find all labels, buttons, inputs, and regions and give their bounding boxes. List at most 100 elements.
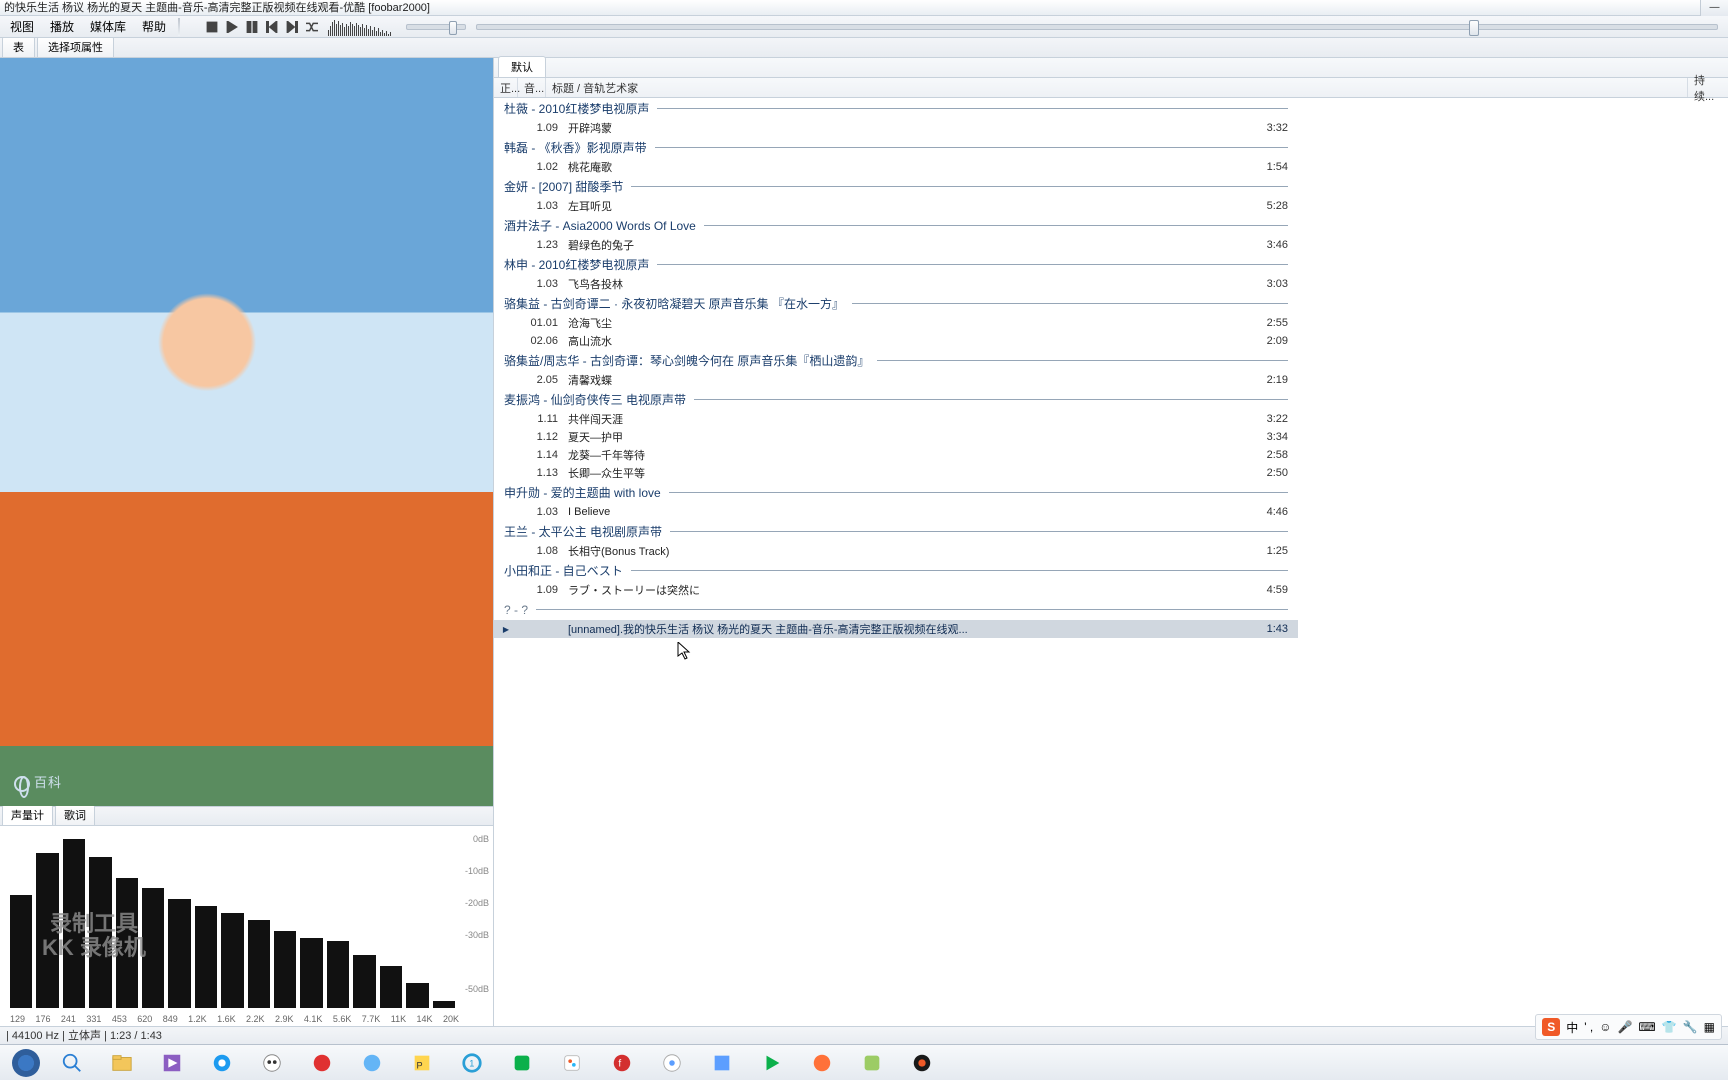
playlist-group-header[interactable]: ? - ? bbox=[494, 599, 1298, 620]
playlist-group-header[interactable]: 林申 - 2010红楼梦电视原声 bbox=[494, 254, 1298, 275]
playlist-track-row[interactable]: 1.08长相守(Bonus Track)1:25 bbox=[494, 542, 1298, 560]
spectrum-bar bbox=[221, 913, 243, 1008]
tab-vu-meter[interactable]: 声量计 bbox=[2, 804, 53, 825]
tray-skin-icon[interactable]: 👕 bbox=[1662, 1020, 1677, 1034]
tray-toolbox-icon[interactable]: 🔧 bbox=[1683, 1020, 1698, 1034]
playlist-track-row[interactable]: 1.09ラブ・ストーリーは突然に4:59 bbox=[494, 581, 1298, 599]
playlist-track-row[interactable]: 1.14龙葵—千年等待2:58 bbox=[494, 446, 1298, 464]
column-playing[interactable]: 正... bbox=[494, 78, 518, 97]
taskbar-search-icon[interactable] bbox=[48, 1046, 96, 1080]
taskbar-app-icon[interactable] bbox=[848, 1046, 896, 1080]
playlist-track-row[interactable]: 02.06高山流水2:09 bbox=[494, 332, 1298, 350]
freq-label: 331 bbox=[86, 1014, 101, 1024]
playlist-track-row[interactable]: 1.03飞鸟各投林3:03 bbox=[494, 275, 1298, 293]
album-art-image bbox=[0, 58, 493, 806]
window-minimize-button[interactable]: — bbox=[1700, 0, 1728, 16]
taskbar-explorer-icon[interactable] bbox=[98, 1046, 146, 1080]
playlist-track-row[interactable]: 1.03I Believe4:46 bbox=[494, 503, 1298, 521]
seek-slider[interactable] bbox=[476, 24, 1718, 30]
prev-button[interactable] bbox=[263, 18, 281, 36]
freq-label: 620 bbox=[137, 1014, 152, 1024]
playlist-track-row[interactable]: 01.01沧海飞尘2:55 bbox=[494, 314, 1298, 332]
playlist-group-header[interactable]: 韩磊 - 《秋香》影视原声带 bbox=[494, 137, 1298, 158]
volume-slider[interactable] bbox=[406, 24, 466, 30]
playlist-body[interactable]: 杜薇 - 2010红楼梦电视原声1.09开辟鸿蒙3:32韩磊 - 《秋香》影视原… bbox=[494, 98, 1728, 1026]
tab-lyrics[interactable]: 歌词 bbox=[55, 804, 95, 825]
status-bar: | 44100 Hz | 立体声 | 1:23 / 1:43 bbox=[0, 1026, 1728, 1044]
playlist-track-row[interactable]: 1.03左耳听见5:28 bbox=[494, 197, 1298, 215]
menu-play[interactable]: 播放 bbox=[42, 16, 82, 38]
taskbar-app-icon[interactable]: f bbox=[598, 1046, 646, 1080]
column-duration[interactable]: 持续... bbox=[1688, 78, 1728, 97]
freq-label: 241 bbox=[61, 1014, 76, 1024]
taskbar-app-icon[interactable] bbox=[298, 1046, 346, 1080]
column-album[interactable]: 音... bbox=[518, 78, 546, 97]
play-button[interactable] bbox=[223, 18, 241, 36]
playlist-group-header[interactable]: 麦振鸿 - 仙剑奇侠传三 电视原声带 bbox=[494, 389, 1298, 410]
freq-label: 7.7K bbox=[362, 1014, 381, 1024]
freq-label: 1.2K bbox=[188, 1014, 207, 1024]
taskbar-app-icon[interactable] bbox=[348, 1046, 396, 1080]
subtab-table[interactable]: 表 bbox=[2, 36, 35, 57]
playlist-column-header: 正... 音... 标题 / 音轨艺术家 持续... bbox=[494, 78, 1728, 98]
playlist-group-header[interactable]: 骆集益/周志华 - 古剑奇谭：琴心剑魄今何在 原声音乐集『栖山遗韵』 bbox=[494, 350, 1298, 371]
freq-label: 1.6K bbox=[217, 1014, 236, 1024]
tray-emoji-icon[interactable]: ☺ bbox=[1599, 1020, 1611, 1034]
db-label: -20dB bbox=[465, 898, 489, 908]
spectrum-bar bbox=[10, 895, 32, 1008]
taskbar-app-icon[interactable] bbox=[198, 1046, 246, 1080]
tray-mic-icon[interactable]: 🎤 bbox=[1617, 1020, 1632, 1034]
playlist-nowplaying-row[interactable]: ▶[unnamed].我的快乐生活 杨议 杨光的夏天 主题曲-音乐-高清完整正版… bbox=[494, 620, 1298, 638]
sogou-ime-icon[interactable]: S bbox=[1542, 1018, 1560, 1036]
ime-tray[interactable]: S 中 ' , ☺ 🎤 ⌨ 👕 🔧 ▦ bbox=[1535, 1014, 1722, 1040]
taskbar-app-icon[interactable] bbox=[498, 1046, 546, 1080]
playlist-track-row[interactable]: 1.12夏天—护甲3:34 bbox=[494, 428, 1298, 446]
taskbar-app-icon[interactable] bbox=[698, 1046, 746, 1080]
playlist-group-header[interactable]: 金妍 - [2007] 甜酸季节 bbox=[494, 176, 1298, 197]
spectrum-bar bbox=[433, 1001, 455, 1008]
svg-text:1: 1 bbox=[469, 1058, 474, 1068]
subtab-properties[interactable]: 选择项属性 bbox=[37, 36, 114, 57]
pause-button[interactable] bbox=[243, 18, 261, 36]
playlist-track-row[interactable]: 2.05清馨戏蝶2:19 bbox=[494, 371, 1298, 389]
playlist-group-header[interactable]: 杜薇 - 2010红楼梦电视原声 bbox=[494, 98, 1298, 119]
playlist-track-row[interactable]: 1.23碧绿色的兔子3:46 bbox=[494, 236, 1298, 254]
playlist-track-row[interactable]: 1.11共伴闯天涯3:22 bbox=[494, 410, 1298, 428]
taskbar-app-icon[interactable] bbox=[648, 1046, 696, 1080]
taskbar-app-icon[interactable]: P bbox=[398, 1046, 446, 1080]
spectrum-bar bbox=[380, 966, 402, 1008]
playlist-group-header[interactable]: 骆集益 - 古剑奇谭二 · 永夜初晗凝碧天 原声音乐集 『在水一方』 bbox=[494, 293, 1298, 314]
taskbar-app-icon[interactable]: 1 bbox=[448, 1046, 496, 1080]
playlist-track-row[interactable]: 1.02桃花庵歌1:54 bbox=[494, 158, 1298, 176]
playlist-track-row[interactable]: 1.09开辟鸿蒙3:32 bbox=[494, 119, 1298, 137]
menu-view[interactable]: 视图 bbox=[2, 16, 42, 38]
column-title[interactable]: 标题 / 音轨艺术家 bbox=[546, 78, 1688, 97]
playlist-group-header[interactable]: 酒井法子 - Asia2000 Words Of Love bbox=[494, 215, 1298, 236]
next-button[interactable] bbox=[283, 18, 301, 36]
volume-thumb[interactable] bbox=[449, 21, 457, 35]
playlist-track-row[interactable]: 1.13长卿—众生平等2:50 bbox=[494, 464, 1298, 482]
ime-punct[interactable]: ' , bbox=[1584, 1020, 1593, 1034]
taskbar-app-icon[interactable] bbox=[148, 1046, 196, 1080]
start-button[interactable] bbox=[12, 1049, 40, 1077]
tray-menu-icon[interactable]: ▦ bbox=[1704, 1020, 1715, 1034]
freq-label: 5.6K bbox=[333, 1014, 352, 1024]
stop-button[interactable] bbox=[203, 18, 221, 36]
menu-library[interactable]: 媒体库 bbox=[82, 16, 134, 38]
taskbar-app-icon[interactable] bbox=[548, 1046, 596, 1080]
menu-help[interactable]: 帮助 bbox=[134, 16, 174, 38]
playlist-group-header[interactable]: 小田和正 - 自己ベスト bbox=[494, 560, 1298, 581]
taskbar-app-icon[interactable] bbox=[898, 1046, 946, 1080]
playlist-group-header[interactable]: 申升勋 - 爱的主题曲 with love bbox=[494, 482, 1298, 503]
taskbar-app-icon[interactable] bbox=[748, 1046, 796, 1080]
taskbar-firefox-icon[interactable] bbox=[798, 1046, 846, 1080]
album-art-panel: 百科 bbox=[0, 58, 493, 806]
ime-lang[interactable]: 中 bbox=[1566, 1019, 1578, 1036]
taskbar-app-icon[interactable] bbox=[248, 1046, 296, 1080]
playlist-group-header[interactable]: 王兰 - 太平公主 电视剧原声带 bbox=[494, 521, 1298, 542]
random-button[interactable] bbox=[303, 18, 321, 36]
seek-thumb[interactable] bbox=[1469, 20, 1479, 36]
playback-controls bbox=[202, 18, 322, 36]
playlist-tab-default[interactable]: 默认 bbox=[498, 56, 546, 77]
tray-keyboard-icon[interactable]: ⌨ bbox=[1638, 1020, 1655, 1034]
